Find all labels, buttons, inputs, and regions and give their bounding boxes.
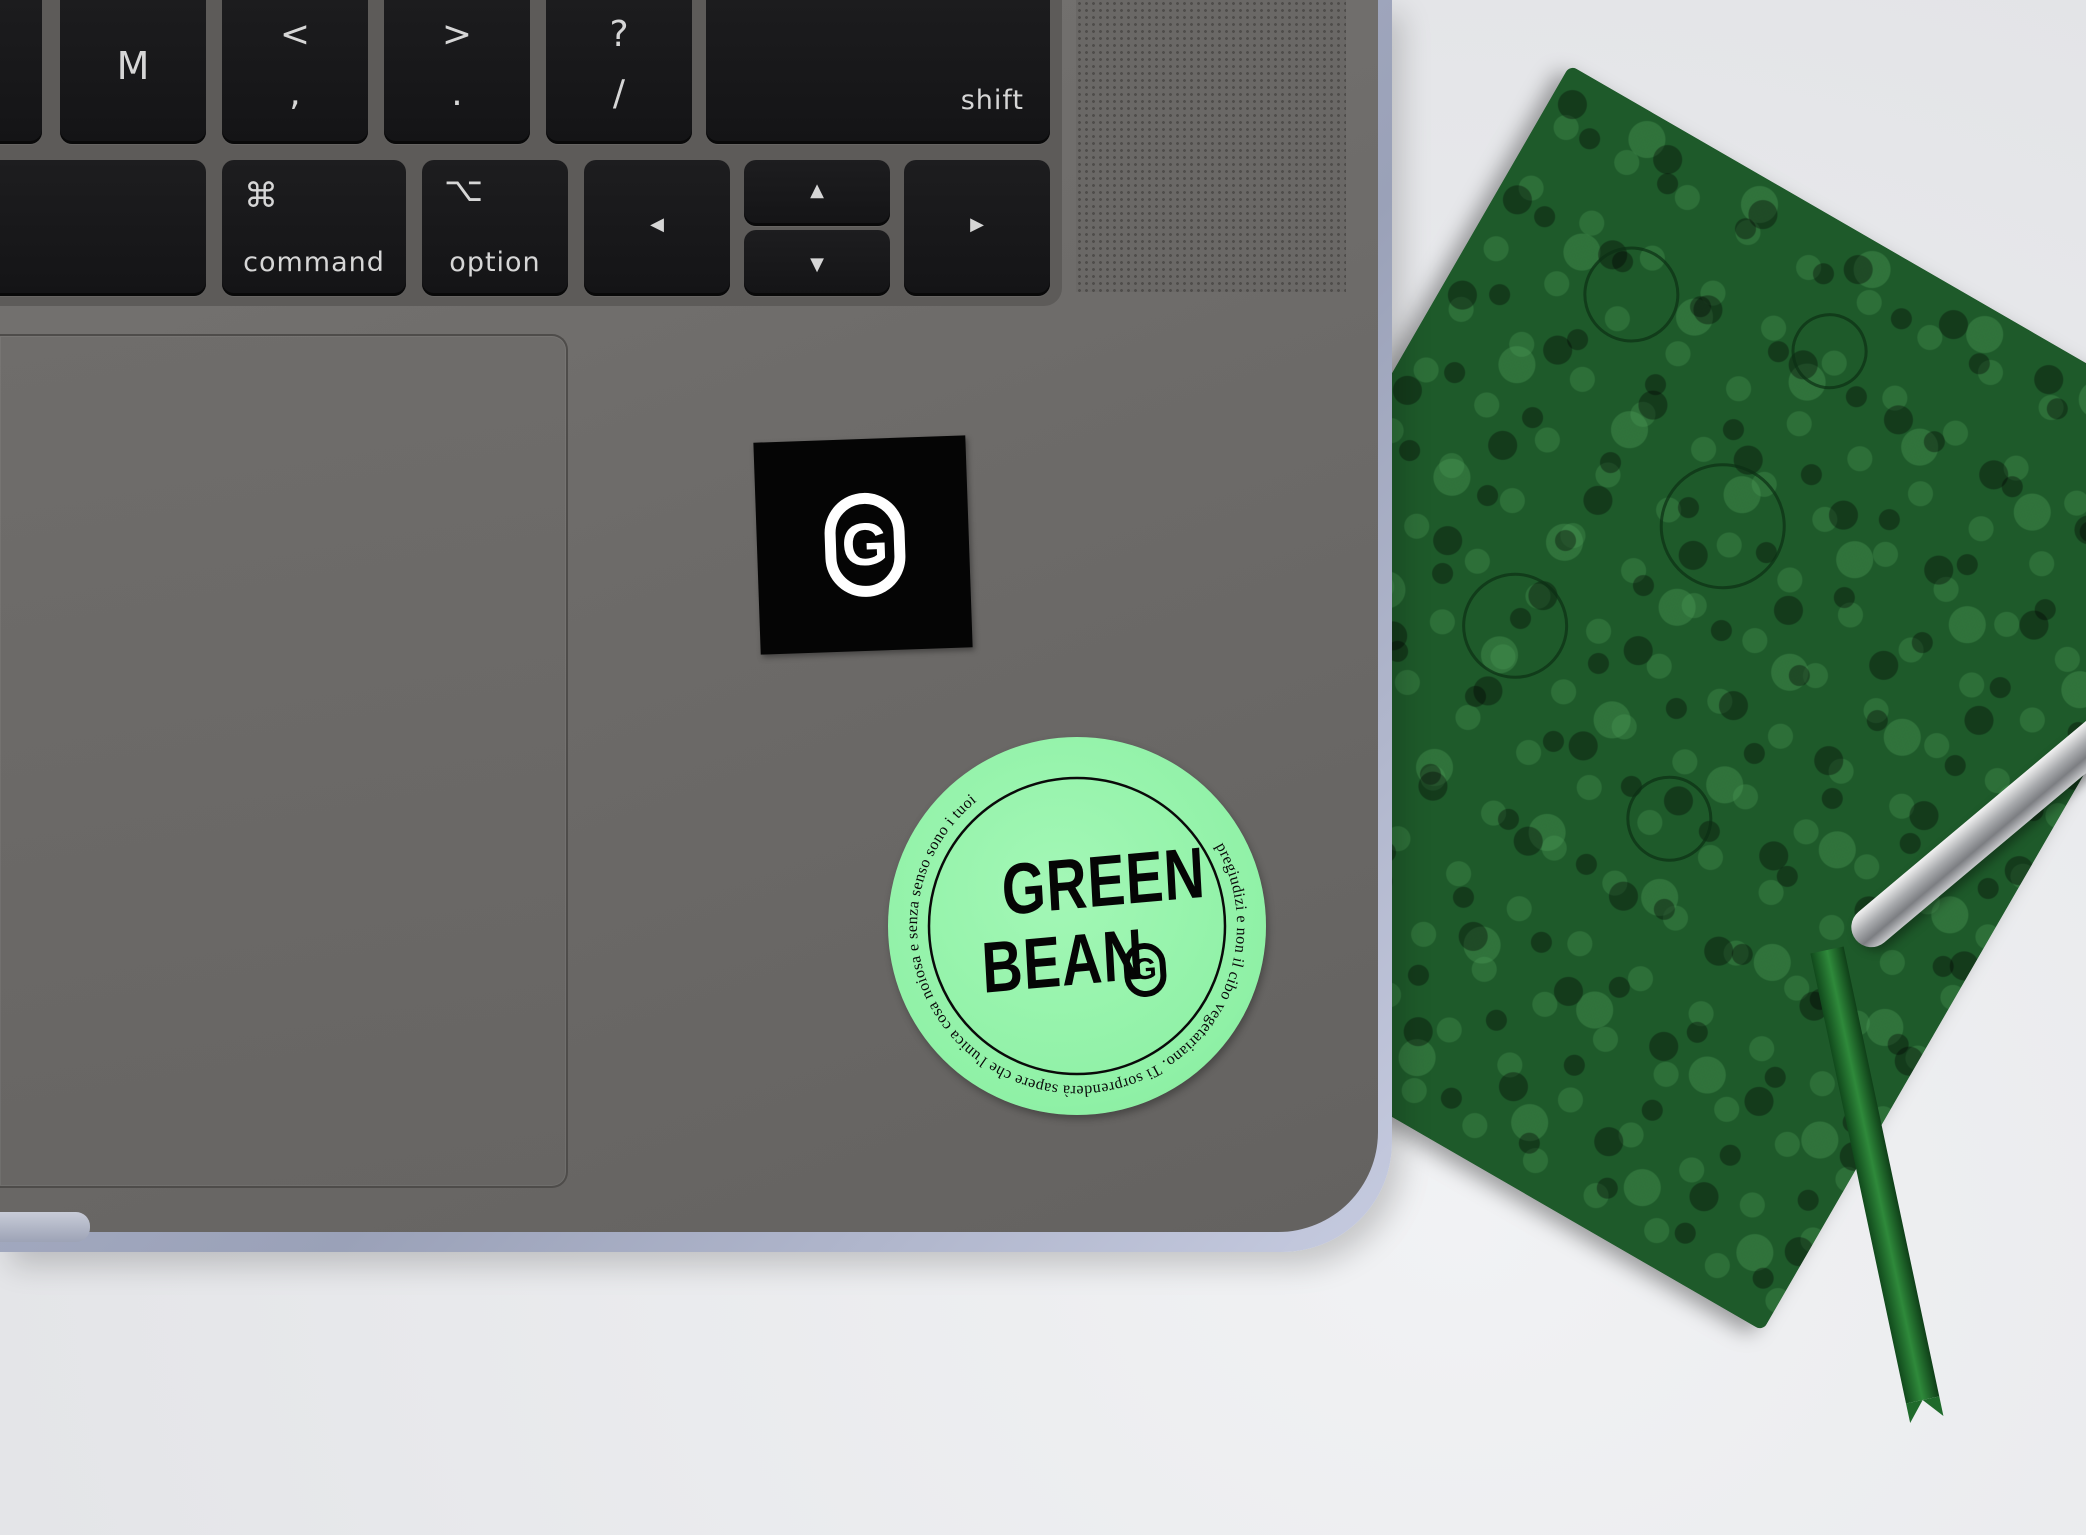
sticker-round-green-bean: pregiudizi e non il cibo vegetariano. Ti… [888, 737, 1266, 1115]
embossed-flower [1442, 553, 1588, 699]
lid-notch [0, 1212, 90, 1242]
key-option[interactable]: ⌥ option [422, 160, 568, 296]
key-comma[interactable]: < , [222, 0, 368, 144]
embossed-flower [1565, 228, 1697, 361]
key-period[interactable]: > . [384, 0, 530, 144]
key-command-label: command [243, 247, 385, 278]
key-m[interactable]: M [60, 0, 206, 144]
key-m-label: M [116, 44, 150, 88]
key-command[interactable]: ⌘ command [222, 160, 406, 296]
laptop-body: M < , > . ? / shift ⌘ command ⌥ option ◀ [0, 0, 1378, 1242]
key-n[interactable] [0, 0, 42, 144]
command-icon: ⌘ [244, 176, 278, 216]
embossed-flower [1610, 759, 1729, 878]
option-icon: ⌥ [444, 170, 484, 210]
key-arrow-right[interactable]: ▶ [904, 160, 1050, 296]
key-arrow-down[interactable]: ▼ [744, 230, 890, 296]
brand-line2: BEAN [979, 914, 1146, 1009]
key-shift-label: shift [960, 85, 1024, 116]
arrow-down-icon: ▼ [810, 254, 824, 275]
key-slash-label: / [612, 73, 626, 114]
key-option-label: option [449, 247, 541, 278]
key-arrow-left[interactable]: ◀ [584, 160, 730, 296]
key-period-shift-label: > [441, 14, 473, 55]
key-comma-label: , [289, 73, 301, 114]
key-control[interactable] [0, 160, 206, 296]
key-arrow-up[interactable]: ▲ [744, 160, 890, 226]
arrow-right-icon: ▶ [970, 214, 984, 235]
key-period-label: . [451, 73, 463, 114]
key-shift[interactable]: shift [706, 0, 1050, 144]
brand-line1: GREEN [999, 832, 1208, 931]
embossed-flower [1777, 299, 1882, 404]
g-logo-icon: G [823, 491, 907, 599]
key-slash-shift-label: ? [609, 14, 629, 55]
embossed-flower [1636, 440, 1809, 613]
arrow-left-icon: ◀ [650, 214, 664, 235]
trackpad[interactable] [0, 334, 568, 1188]
key-comma-shift-label: < [279, 14, 311, 55]
arrow-up-icon: ▲ [810, 180, 824, 201]
brand-g-icon: G [1122, 941, 1168, 999]
keyboard: M < , > . ? / shift ⌘ command ⌥ option ◀ [0, 0, 1062, 306]
key-slash[interactable]: ? / [546, 0, 692, 144]
speaker-grille [1076, 0, 1346, 292]
sticker-square-logo: G [753, 435, 973, 655]
